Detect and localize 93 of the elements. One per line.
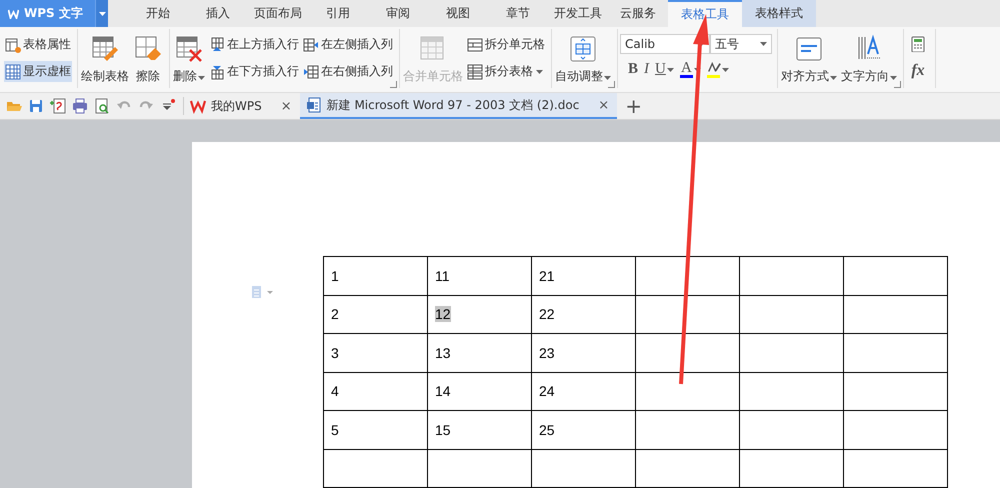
table-cell: 21 — [539, 268, 555, 284]
format-button[interactable]: U — [653, 60, 676, 79]
printer-icon — [72, 98, 88, 114]
caret-icon — [604, 76, 611, 80]
row-insert-icon — [209, 36, 225, 52]
ribbon-tab[interactable]: 开始 — [128, 0, 188, 27]
ribbon-tab[interactable]: 引用 — [308, 0, 368, 27]
format-button[interactable]: B — [626, 60, 640, 79]
caret-icon — [830, 76, 837, 80]
caret-icon — [760, 42, 767, 46]
ribbon-button[interactable]: 擦除 — [132, 32, 164, 88]
highlight-button[interactable] — [704, 60, 731, 79]
caret-icon — [890, 76, 897, 80]
toolbar-button[interactable] — [49, 98, 67, 114]
column-insert-icon — [303, 64, 319, 80]
table-cell: 11 — [435, 268, 450, 284]
table-gear-icon — [5, 36, 21, 52]
font-color-button[interactable]: A — [678, 60, 703, 79]
caret-icon — [694, 68, 701, 72]
ribbon-button[interactable]: 显示虚框 — [4, 61, 72, 82]
table-cell: 5 — [331, 422, 339, 438]
document-tab[interactable]: 我的WPS × — [184, 93, 300, 119]
table-cell: 23 — [539, 344, 555, 361]
caret-icon — [666, 68, 674, 72]
table-icon — [467, 64, 483, 80]
dialog-launcher-icon[interactable] — [608, 81, 615, 88]
table-cell: 3 — [331, 344, 339, 361]
close-button[interactable]: × — [280, 98, 292, 114]
font-size-field[interactable]: 五号 — [710, 34, 772, 54]
preview-icon — [94, 98, 110, 114]
tab-title: 新建 Microsoft Word 97 - 2003 文档 (2).doc — [326, 96, 580, 114]
table-cell: 25 — [539, 422, 555, 438]
dialog-launcher-icon[interactable] — [894, 81, 901, 88]
table-cell: 1 — [331, 268, 339, 284]
ribbon-tab[interactable]: 章节 — [488, 0, 548, 27]
document-icon — [306, 97, 322, 113]
table-cell: 14 — [435, 383, 451, 400]
calculator-icon — [910, 36, 926, 52]
caret-icon — [722, 68, 729, 72]
ribbon-button[interactable]: 在上方插入行 — [208, 34, 300, 55]
row-insert-icon — [209, 64, 225, 80]
table-cross-icon — [174, 34, 204, 64]
caret-icon — [198, 76, 205, 80]
ribbon-button[interactable]: 拆分表格 — [466, 61, 546, 82]
table-cell: 12 — [435, 306, 451, 322]
grid-icon — [5, 64, 21, 80]
ribbon-button[interactable]: 对齐方式 — [780, 32, 838, 88]
ribbon-button[interactable]: 删除 — [172, 32, 206, 88]
caret-icon — [536, 70, 543, 74]
save-icon — [28, 98, 44, 114]
ribbon-button[interactable]: 文字方向 — [840, 32, 898, 88]
wps-logo-icon — [190, 98, 206, 114]
formula-button[interactable]: fx — [911, 62, 925, 80]
ribbon-button[interactable]: 在左侧插入列 — [302, 34, 394, 55]
table-cell: 24 — [539, 383, 555, 400]
table-pencil-icon — [90, 34, 120, 64]
document-tab[interactable]: 新建 Microsoft Word 97 - 2003 文档 (2).doc × — [300, 93, 618, 119]
ribbon-button[interactable]: 绘制表格 — [80, 32, 130, 88]
format-button[interactable]: I — [642, 60, 652, 79]
app-menu-dropdown[interactable] — [95, 0, 108, 27]
dialog-launcher-icon[interactable] — [390, 81, 397, 88]
pdf-export-icon — [50, 98, 66, 114]
table-cell: 13 — [435, 344, 451, 361]
tab-title: 我的WPS — [211, 98, 262, 114]
ribbon-button[interactable]: 在下方插入行 — [208, 61, 300, 82]
toolbar-button[interactable] — [93, 98, 111, 114]
ribbon-button[interactable]: 拆分单元格 — [466, 34, 546, 55]
toolbar-button[interactable] — [27, 98, 45, 114]
toolbar-button[interactable] — [71, 98, 89, 114]
wps-logo-icon — [8, 8, 19, 18]
ribbon-button[interactable]: 自动调整 — [554, 32, 612, 88]
column-insert-icon — [303, 36, 319, 52]
table-cell: 22 — [539, 306, 555, 322]
table-cell: 2 — [331, 306, 339, 322]
paragraph-marker-icon[interactable] — [252, 286, 274, 298]
ribbon-tab[interactable]: 插入 — [188, 0, 248, 27]
ribbon-tab[interactable]: 审阅 — [368, 0, 428, 27]
font-name-field[interactable]: Calib — [620, 34, 710, 54]
table-cell: 4 — [331, 383, 339, 400]
ribbon-tab[interactable]: 页面布局 — [248, 0, 308, 27]
ribbon-tab[interactable]: 云服务 — [608, 0, 668, 27]
close-button[interactable]: × — [598, 98, 610, 112]
table-icon — [467, 36, 483, 52]
ribbon-tab[interactable]: 表格工具 — [668, 0, 742, 27]
new-tab-button[interactable]: + — [617, 93, 650, 119]
table-resize-icon — [568, 34, 598, 64]
ribbon-tab[interactable]: 表格样式 — [742, 0, 816, 27]
ribbon-button[interactable]: 表格属性 — [4, 34, 72, 55]
ribbon-tab[interactable]: 开发工具 — [548, 0, 608, 27]
ribbon-button[interactable]: 在右侧插入列 — [302, 61, 394, 82]
ribbon-tab[interactable]: 视图 — [428, 0, 488, 27]
table-cell: 15 — [435, 422, 451, 438]
caret-icon — [98, 12, 106, 16]
